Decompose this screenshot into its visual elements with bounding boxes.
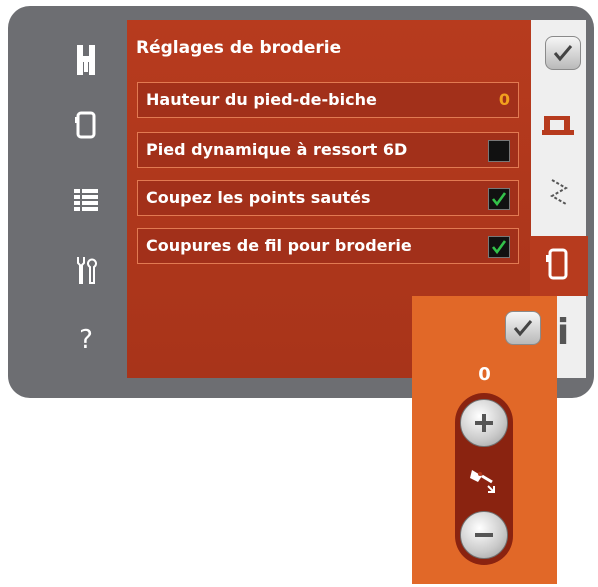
minus-button[interactable] xyxy=(460,511,508,559)
popup-confirm-check-icon[interactable] xyxy=(505,311,541,345)
presser-foot-icon[interactable] xyxy=(62,40,110,80)
check-icon xyxy=(491,192,507,207)
confirm-check-icon[interactable] xyxy=(545,36,581,70)
row-label: Hauteur du pied-de-biche xyxy=(146,90,377,109)
hoop-tab-icon xyxy=(545,246,577,286)
list-icon[interactable] xyxy=(62,180,110,220)
dynamic-spring-foot-checkbox[interactable] xyxy=(488,140,510,162)
cut-jump-stitches-row[interactable]: Coupez les points sautés xyxy=(137,180,519,216)
row-label: Coupez les points sautés xyxy=(146,188,371,207)
plus-button[interactable] xyxy=(460,399,508,447)
tools-icon[interactable] xyxy=(62,250,110,290)
presser-foot-height-row[interactable]: Hauteur du pied-de-biche 0 xyxy=(137,82,519,118)
row-label: Coupures de fil pour broderie xyxy=(146,236,412,255)
embroidery-thread-cuts-checkbox[interactable] xyxy=(488,236,510,258)
help-label: ? xyxy=(79,325,93,355)
minus-icon xyxy=(475,533,493,537)
stitch-icon[interactable] xyxy=(548,176,578,216)
help-icon[interactable]: ? xyxy=(62,320,110,360)
dynamic-spring-foot-row[interactable]: Pied dynamique à ressort 6D xyxy=(137,132,519,168)
sewing-machine-icon[interactable] xyxy=(542,112,582,140)
embroidery-thread-cuts-row[interactable]: Coupures de fil pour broderie xyxy=(137,228,519,264)
row-label: Pied dynamique à ressort 6D xyxy=(146,140,408,159)
popup-value: 0 xyxy=(478,364,491,385)
plus-icon xyxy=(475,414,493,432)
presser-foot-height-value: 0 xyxy=(498,90,510,109)
cut-jump-stitches-checkbox[interactable] xyxy=(488,188,510,210)
hoop-icon[interactable] xyxy=(62,105,110,145)
presser-foot-height-icon xyxy=(466,462,502,498)
info-label: i xyxy=(556,312,570,353)
check-icon xyxy=(491,240,507,255)
page-title: Réglages de broderie xyxy=(136,38,342,58)
